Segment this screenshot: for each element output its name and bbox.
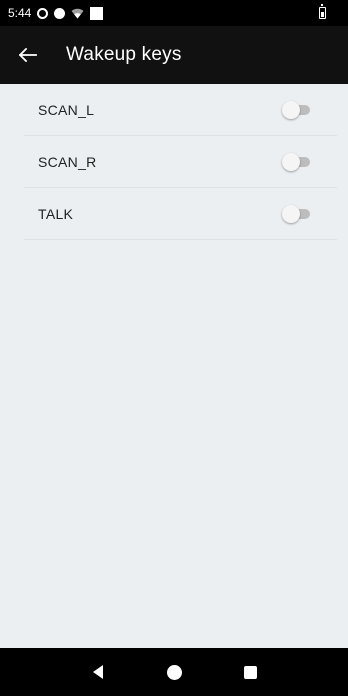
talk-toggle[interactable] — [282, 204, 312, 223]
battery-icon — [319, 4, 326, 19]
navigation-bar — [0, 648, 348, 696]
nav-back-button[interactable] — [78, 652, 118, 692]
circle-icon — [54, 7, 66, 19]
switch-thumb — [282, 204, 300, 223]
home-circle-icon — [166, 664, 182, 680]
list-item-scan-l[interactable]: SCAN_L — [24, 84, 337, 136]
status-bar: 5:44 — [0, 0, 348, 26]
status-time: 5:44 — [8, 6, 32, 20]
arrow-left-icon — [19, 48, 37, 62]
back-triangle-icon — [93, 665, 103, 679]
wifi-icon — [71, 8, 84, 19]
nav-recents-button[interactable] — [230, 652, 270, 692]
switch-thumb — [282, 152, 300, 171]
square-icon — [90, 6, 104, 20]
recents-square-icon — [243, 665, 257, 679]
item-label: TALK — [38, 205, 74, 222]
item-label: SCAN_R — [38, 153, 97, 170]
nav-home-button[interactable] — [154, 652, 194, 692]
app-bar: Wakeup keys — [0, 26, 348, 84]
switch-thumb — [282, 100, 300, 119]
list-item-scan-r[interactable]: SCAN_R — [24, 136, 337, 188]
scan-l-toggle[interactable] — [282, 100, 312, 119]
wakeup-keys-list: SCAN_L SCAN_R TALK — [24, 84, 337, 240]
status-icons — [37, 6, 104, 20]
list-item-talk[interactable]: TALK — [24, 188, 337, 240]
item-label: SCAN_L — [38, 101, 95, 118]
scan-r-toggle[interactable] — [282, 152, 312, 171]
page-title: Wakeup keys — [66, 44, 182, 65]
sync-icon — [37, 7, 49, 19]
screen: 5:44 Wakeup keys SCAN_L SCAN_R TALK — [0, 0, 348, 696]
back-button[interactable] — [0, 26, 56, 84]
